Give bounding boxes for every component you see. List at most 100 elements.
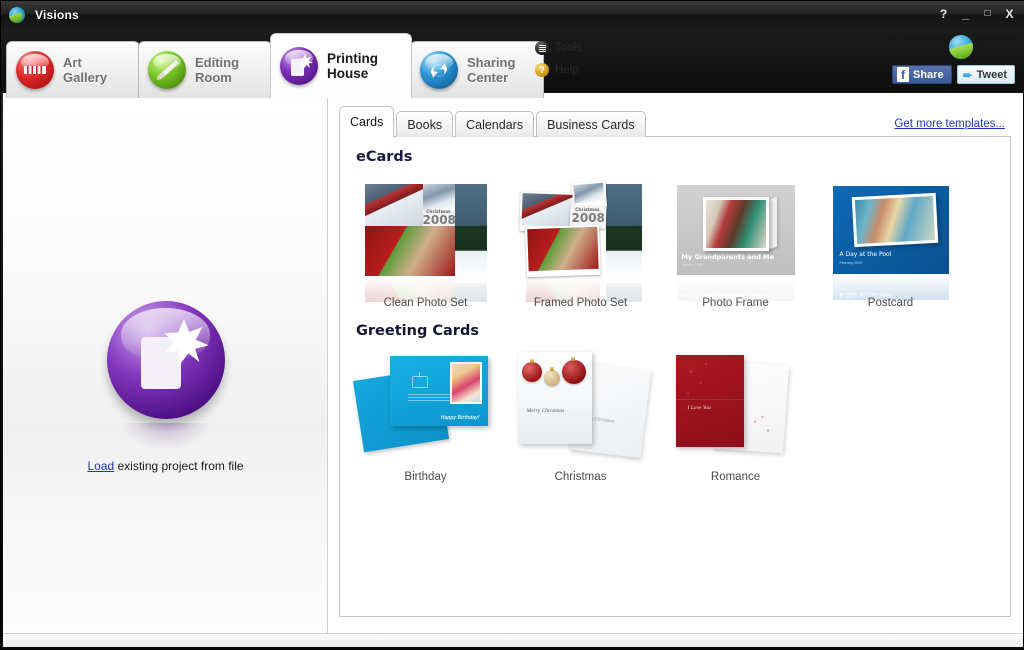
nav-tab-sharing-center[interactable]: Sharing Center	[410, 41, 544, 98]
tab-books[interactable]: Books	[396, 111, 454, 137]
orb-reflection	[120, 423, 211, 449]
nav-label-line2: House	[327, 66, 369, 81]
template-label: Birthday	[404, 471, 447, 483]
card-greeting: Happy Birthday!	[440, 414, 480, 421]
thumbnail-birthday: Happy Birthday!	[348, 341, 503, 466]
facebook-share-label: Share	[913, 68, 944, 81]
share-arrows-icon	[420, 51, 458, 89]
section-title-greeting-cards: Greeting Cards	[356, 323, 479, 339]
card-photo	[449, 361, 482, 404]
social-buttons: f Share ➨ Tweet	[890, 65, 1015, 84]
card-greeting: Merry Christmas	[526, 407, 565, 414]
facebook-icon: f	[897, 67, 909, 82]
load-project-area: Load existing project from file	[3, 301, 328, 473]
nav-tab-editing-room[interactable]: Editing Room	[138, 41, 272, 98]
nav-label-line1: Art	[63, 55, 82, 70]
tab-business-cards[interactable]: Business Cards	[536, 111, 646, 137]
load-link[interactable]: Load	[87, 459, 114, 473]
brand-logo: VISI NS	[889, 31, 1016, 62]
content-pane: Cards Books Calendars Business Cards Get…	[339, 106, 1011, 618]
card-title: My Grandparents and Me	[681, 252, 775, 261]
template-birthday[interactable]: Happy Birthday! Birthday	[348, 341, 503, 483]
tools-menu-item[interactable]: Tools	[535, 41, 582, 55]
main-navigation: Art Gallery Editing Room Printing House …	[6, 33, 544, 98]
facebook-share-button[interactable]: f Share	[892, 65, 952, 84]
maximize-button[interactable]: □	[978, 4, 997, 23]
body-area: Load existing project from file Cards Bo…	[3, 93, 1023, 633]
film-strip-icon	[16, 51, 54, 89]
nav-tab-label: Sharing Center	[467, 55, 515, 85]
thumb-reflection: A Day at the Pool	[832, 273, 949, 300]
print-page-icon	[280, 47, 318, 85]
template-label: Postcard	[867, 297, 914, 309]
photo-frame-art: My Grandparents and Me January 2009 My G…	[676, 184, 795, 301]
status-bar	[3, 633, 1023, 647]
left-panel: Load existing project from file	[3, 93, 328, 633]
help-button[interactable]: ?	[934, 4, 953, 23]
minimize-button[interactable]: _	[956, 4, 975, 23]
nav-label-line1: Printing	[327, 51, 378, 66]
printing-house-orb-icon	[106, 301, 225, 449]
brand-text-part2: NS	[973, 31, 1016, 62]
nav-label-line2: Gallery	[63, 70, 108, 85]
tab-cards[interactable]: Cards	[339, 106, 395, 138]
visions-swirl-icon	[948, 35, 973, 59]
template-label: Romance	[710, 471, 761, 483]
card-front	[702, 196, 769, 251]
template-photo-frame[interactable]: My Grandparents and Me January 2009 My G…	[658, 167, 813, 309]
template-label: Framed Photo Set	[533, 297, 628, 309]
template-clean-photo-set[interactable]: Christmas 2008 Clean Photo Set	[348, 167, 503, 309]
framed-photo-set-art: Christmas 2008	[518, 180, 642, 302]
clean-photo-set-art: Christmas 2008	[364, 183, 487, 302]
template-romance[interactable]: I Love You Romance	[658, 341, 813, 483]
window-title: Visions	[35, 7, 79, 22]
template-label: Photo Frame	[702, 297, 769, 309]
help-menu-item[interactable]: ? Help	[535, 63, 582, 77]
content-tabs: Cards Books Calendars Business Cards Get…	[339, 106, 1011, 138]
load-text-rest: existing project from file	[114, 459, 244, 473]
nav-label-line1: Sharing	[467, 55, 516, 70]
ecards-grid: Christmas 2008 Clean Photo Set Christmas…	[348, 167, 996, 309]
template-label: Christmas	[554, 471, 607, 483]
load-project-text: Load existing project from file	[3, 459, 328, 473]
template-christmas[interactable]: Merry Christmas Christmas	[503, 341, 658, 483]
help-label: Help	[555, 64, 579, 76]
brand-area: VISI NS f Share ➨ Tweet	[889, 31, 1016, 84]
twitter-tweet-button[interactable]: ➨ Tweet	[956, 65, 1015, 84]
cake-icon	[411, 371, 428, 388]
template-framed-photo-set[interactable]: Christmas 2008 Framed Photo Set	[503, 167, 658, 309]
thumbnail-christmas: Merry Christmas	[503, 341, 658, 466]
greeting-cards-grid: Happy Birthday! Birthday Merry Christmas…	[348, 341, 996, 483]
window-controls: ? _ □ X	[934, 4, 1019, 23]
brand-text-part1: VISI	[889, 31, 949, 62]
ornament-icon	[521, 358, 542, 382]
tab-calendars[interactable]: Calendars	[455, 111, 535, 137]
caption-year: 2008	[571, 210, 605, 225]
thumbnail-clean-photo-set: Christmas 2008	[348, 167, 503, 302]
ornament-icon	[561, 356, 586, 384]
utility-menu: Tools ? Help	[535, 41, 582, 85]
list-icon	[535, 41, 549, 55]
application-window: Visions ? _ □ X Art Gallery Editing Room…	[0, 0, 1024, 650]
close-button[interactable]: X	[1000, 4, 1019, 23]
visions-swirl-icon	[9, 6, 25, 23]
nav-label-line2: Center	[467, 70, 509, 85]
christmas-card-art: Merry Christmas	[516, 350, 651, 458]
nav-tab-label: Printing House	[327, 51, 378, 81]
question-icon: ?	[535, 63, 549, 77]
nav-label-line2: Room	[195, 70, 232, 85]
template-postcard[interactable]: A Day at the Pool February 2009 A Day at…	[813, 167, 968, 309]
ornament-icon	[543, 366, 560, 386]
nav-tab-art-gallery[interactable]: Art Gallery	[6, 41, 140, 98]
card-subtitle: February 2009	[839, 260, 863, 265]
caption-year: 2008	[422, 212, 456, 227]
card-front: I Love You	[675, 354, 744, 447]
card-text-lines	[407, 393, 452, 402]
nav-tab-printing-house[interactable]: Printing House	[270, 33, 412, 98]
nav-tab-label: Editing Room	[195, 55, 239, 85]
twitter-bird-icon: ➨	[962, 67, 973, 82]
templates-panel: eCards Christmas 2008 Clean Photo Set Ch…	[339, 136, 1011, 617]
twitter-tweet-label: Tweet	[976, 68, 1007, 81]
get-more-templates-link[interactable]: Get more templates...	[894, 118, 1011, 130]
card-front: Merry Christmas	[517, 351, 592, 444]
